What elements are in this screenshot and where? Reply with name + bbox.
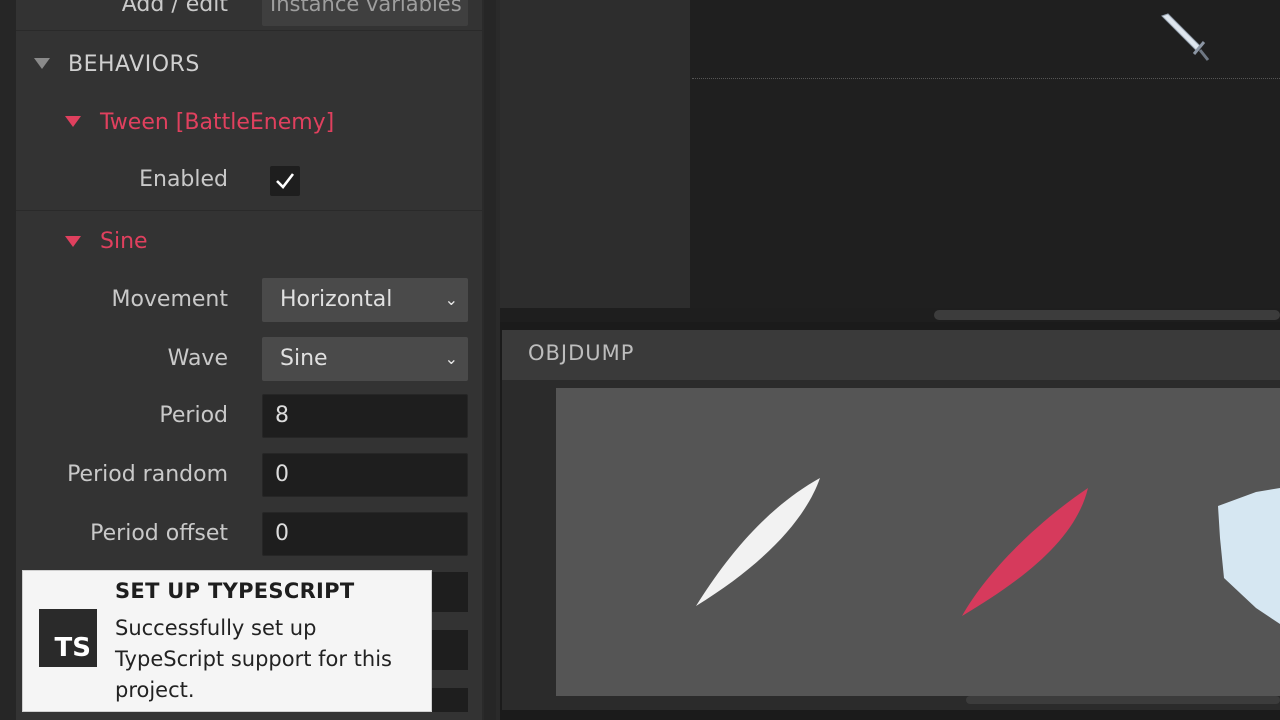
toast-message: Successfully set up TypeScript support f… [115, 616, 392, 702]
typescript-icon: TS [39, 609, 97, 667]
horizontal-scrollbar-thumb[interactable] [934, 310, 1280, 320]
toast-title: SET UP TYPESCRIPT [115, 579, 355, 603]
wave-label: Wave [167, 346, 228, 371]
canvas-sprites [696, 478, 1280, 624]
hidden-input[interactable] [432, 572, 468, 612]
period-input[interactable]: 8 [262, 394, 468, 438]
enabled-label: Enabled [139, 167, 228, 192]
chevron-down-icon: ⌄ [444, 349, 458, 368]
pane-title: OBJDUMP [528, 341, 635, 365]
typescript-badge-label: TS [54, 633, 91, 663]
layout-boundary-line [692, 78, 1280, 79]
instance-variables-label: Instance variables [270, 0, 462, 16]
hidden-input[interactable] [432, 688, 468, 712]
movement-label: Movement [111, 287, 228, 312]
period-label: Period [159, 403, 228, 428]
enabled-checkbox[interactable] [270, 166, 300, 196]
tween-collapse-icon[interactable] [65, 116, 81, 127]
collapse-triangle-icon[interactable] [34, 58, 50, 69]
left-edge-strip [0, 0, 16, 720]
red-slash-sprite [962, 488, 1088, 616]
wave-value: Sine [280, 346, 328, 371]
period-random-input[interactable]: 0 [262, 453, 468, 497]
separator [16, 30, 482, 31]
movement-select[interactable]: Horizontal ⌄ [262, 278, 468, 322]
chevron-down-icon: ⌄ [444, 290, 458, 309]
ice-shard-sprite [1218, 488, 1280, 624]
period-offset-input[interactable]: 0 [262, 512, 468, 556]
instance-variables-button[interactable]: Instance variables [262, 0, 468, 26]
hidden-input[interactable] [432, 630, 468, 670]
period-offset-label: Period offset [90, 521, 228, 546]
panel-divider[interactable] [482, 0, 500, 720]
add-edit-label: Add / edit [121, 0, 228, 17]
sword-icon[interactable] [1158, 10, 1214, 66]
sine-collapse-icon[interactable] [65, 236, 81, 247]
wave-select[interactable]: Sine ⌄ [262, 337, 468, 381]
period-random-label: Period random [67, 462, 228, 487]
pane-scrollbar-thumb[interactable] [966, 696, 1280, 704]
movement-value: Horizontal [280, 287, 393, 312]
white-slash-sprite [696, 478, 820, 606]
typescript-toast[interactable]: TS SET UP TYPESCRIPT Successfully set up… [22, 570, 432, 712]
objdump-canvas[interactable] [556, 388, 1280, 696]
behaviors-section-title: BEHAVIORS [68, 52, 200, 77]
separator [16, 210, 482, 211]
tween-behavior-title[interactable]: Tween [BattleEnemy] [100, 110, 334, 135]
checkmark-icon [276, 173, 295, 189]
sine-behavior-title[interactable]: Sine [100, 229, 148, 254]
